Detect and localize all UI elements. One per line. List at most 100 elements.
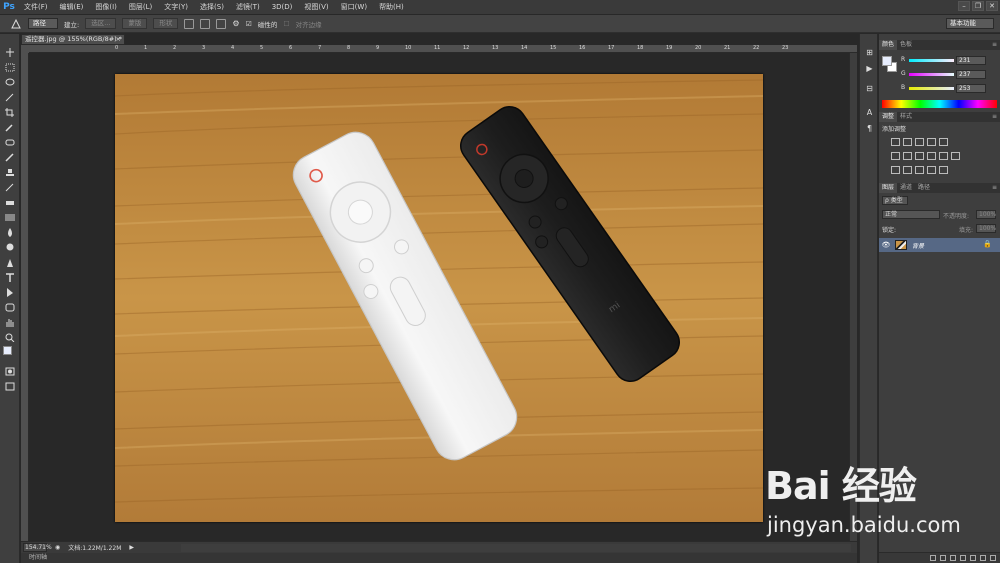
horizontal-ruler[interactable]: 0 1 2 3 4 5 6 7 8 9 10 11 12 13 14 15 16 17 18 19 20 21 22 23 [29,45,857,53]
red-slider[interactable]: R 231 [901,56,997,66]
marquee-tool-icon[interactable] [5,63,15,72]
move-tool-icon[interactable] [5,48,15,57]
workspace-select[interactable]: 基本功能 [946,18,994,29]
adjustment-layer-icon[interactable] [960,555,966,561]
tab-adjustments[interactable]: 调整 [879,112,898,122]
layer-kind-filter[interactable]: ρ 类型 [882,196,908,205]
tab-styles[interactable]: 样式 [897,112,915,122]
tool-mode-select[interactable]: 路径 [28,18,58,29]
photo-filter-icon[interactable] [927,152,936,160]
close-tab-icon[interactable]: × [116,35,121,44]
new-layer-icon[interactable] [980,555,986,561]
fill-input[interactable]: 100% [976,224,996,233]
blue-track[interactable] [909,87,954,90]
gradient-tool-icon[interactable] [5,213,15,222]
curves-icon[interactable] [915,138,924,146]
channel-mixer-icon[interactable] [939,152,948,160]
tab-layers[interactable]: 图层 [879,183,898,193]
quick-select-tool-icon[interactable] [5,93,15,102]
menu-image[interactable]: 图像(I) [89,0,123,14]
make-mask-button[interactable]: 蒙版 [122,18,148,29]
color-lookup-icon[interactable] [951,152,960,160]
exposure-icon[interactable] [927,138,936,146]
layer-style-icon[interactable] [940,555,946,561]
selective-color-icon[interactable] [939,166,948,174]
link-layers-icon[interactable] [930,555,936,561]
crop-tool-icon[interactable] [5,108,15,117]
path-arrangement-icon[interactable] [216,18,227,29]
restore-button[interactable]: ❐ [972,1,984,11]
close-button[interactable]: ✕ [986,1,998,11]
minimize-button[interactable]: – [958,1,970,11]
status-menu-arrow-icon[interactable]: ▶ [129,544,134,551]
delete-layer-icon[interactable] [990,555,996,561]
blend-mode-select[interactable]: 正常 [882,210,940,219]
layer-item-background[interactable]: 👁 背景 🔒 [879,238,1000,252]
pen-tool-icon[interactable] [10,18,22,29]
blur-tool-icon[interactable] [5,228,15,237]
gradient-map-icon[interactable] [927,166,936,174]
actions-panel-icon[interactable]: ▶ [864,64,875,74]
panel-menu-icon[interactable]: ≡ [992,40,997,50]
brightness-icon[interactable] [891,138,900,146]
color-balance-icon[interactable] [903,152,912,160]
path-selection-tool-icon[interactable] [5,288,15,297]
make-selection-button[interactable]: 选区... [85,18,117,29]
menu-edit[interactable]: 编辑(E) [54,0,90,14]
menu-help[interactable]: 帮助(H) [373,0,410,14]
foreground-color-swatch[interactable] [882,56,892,66]
threshold-icon[interactable] [915,166,924,174]
pen-tool-icon[interactable] [5,258,15,267]
lasso-tool-icon[interactable] [5,78,15,87]
vertical-ruler[interactable] [21,53,29,541]
clone-stamp-tool-icon[interactable] [5,168,15,177]
invert-icon[interactable] [891,166,900,174]
blue-slider[interactable]: B 253 [901,84,997,94]
vibrance-icon[interactable] [939,138,948,146]
color-spectrum[interactable] [882,100,997,108]
gear-icon[interactable]: ⚙ [232,19,239,28]
zoom-level[interactable]: 154.71% [23,543,52,552]
color-swatches[interactable] [3,346,17,362]
hue-saturation-icon[interactable] [891,152,900,160]
tab-paths[interactable]: 路径 [915,183,933,193]
hand-tool-icon[interactable] [5,318,15,327]
panel-menu-icon[interactable]: ≡ [992,183,997,193]
make-shape-button[interactable]: 形状 [153,18,179,29]
red-value[interactable]: 231 [956,56,986,65]
menu-view[interactable]: 视图(V) [298,0,334,14]
align-edges-checkbox[interactable]: ☐ [283,20,289,28]
visibility-eye-icon[interactable]: 👁 [881,241,891,249]
tab-swatches[interactable]: 色板 [897,40,915,50]
paragraph-panel-icon[interactable]: ¶ [864,124,875,134]
menu-filter[interactable]: 滤镜(T) [230,0,266,14]
posterize-icon[interactable] [903,166,912,174]
menu-file[interactable]: 文件(F) [18,0,54,14]
healing-brush-tool-icon[interactable] [5,138,15,147]
zoom-tool-icon[interactable] [5,333,15,343]
eyedropper-tool-icon[interactable] [5,123,15,132]
blue-value[interactable]: 253 [956,84,986,93]
green-slider[interactable]: G 237 [901,70,997,80]
document-tab[interactable]: 遥控器.jpg @ 155%(RGB/8#) * × [21,34,125,45]
black-white-icon[interactable] [915,152,924,160]
menu-3d[interactable]: 3D(D) [266,0,299,14]
character-panel-icon[interactable]: A [864,108,875,118]
type-tool-icon[interactable] [5,273,15,282]
history-panel-icon[interactable]: ⊞ [864,48,875,58]
panel-menu-icon[interactable]: ≡ [992,112,997,122]
brush-tool-icon[interactable] [5,153,15,162]
green-track[interactable] [909,73,954,76]
horizontal-scrollbar[interactable] [181,544,851,552]
levels-icon[interactable] [903,138,912,146]
green-value[interactable]: 237 [956,70,986,79]
tab-channels[interactable]: 通道 [897,183,915,193]
menu-window[interactable]: 窗口(W) [335,0,373,14]
history-brush-tool-icon[interactable] [5,183,15,192]
menu-select[interactable]: 选择(S) [194,0,230,14]
tab-color[interactable]: 颜色 [879,40,898,50]
dodge-tool-icon[interactable] [5,243,15,252]
red-track[interactable] [909,59,954,62]
properties-panel-icon[interactable]: ⊟ [864,84,875,94]
opacity-input[interactable]: 100% [976,210,996,219]
